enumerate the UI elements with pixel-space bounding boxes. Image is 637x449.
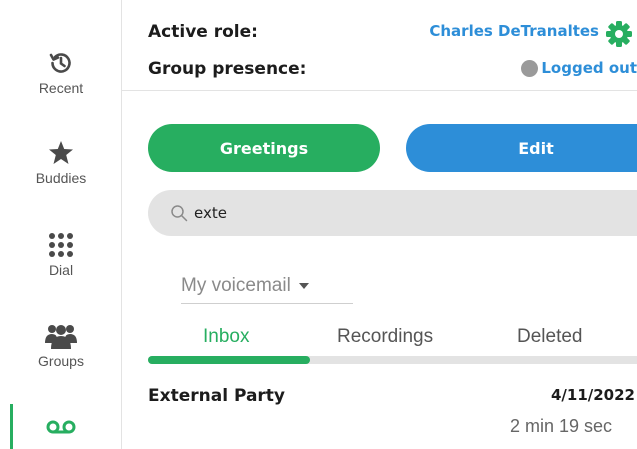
sidebar-item-buddies[interactable]: Buddies [0, 140, 122, 186]
voicemail-caller: External Party [148, 386, 286, 406]
group-presence-value: Logged out [541, 59, 637, 77]
search-bar[interactable] [148, 190, 637, 236]
search-input[interactable] [194, 204, 614, 222]
mailbox-select-value: My voicemail [181, 274, 291, 296]
star-icon [49, 141, 73, 164]
tab-inbox[interactable]: Inbox [203, 326, 249, 348]
dialpad-icon [49, 233, 73, 257]
sidebar-item-recent[interactable]: Recent [0, 50, 122, 96]
sidebar-item-dial[interactable]: Dial [0, 232, 122, 278]
voicemail-date: 4/11/2022 [550, 386, 635, 404]
group-presence-status[interactable]: Logged out [521, 59, 637, 77]
active-role-value[interactable]: Charles DeTranaltes [429, 22, 599, 40]
edit-button[interactable]: Edit [406, 124, 637, 172]
voicemail-icon [46, 420, 76, 434]
search-icon [171, 205, 188, 222]
header-divider [122, 90, 637, 91]
greetings-button[interactable]: Greetings [148, 124, 380, 172]
sidebar-item-voicemail[interactable] [0, 420, 122, 436]
sidebar-item-label: Recent [38, 80, 84, 96]
sidebar-item-groups[interactable]: Groups [0, 323, 122, 369]
voicemail-duration: 2 min 19 sec [510, 416, 613, 436]
group-presence-label: Group presence: [148, 59, 307, 79]
sidebar-item-label: Buddies [35, 170, 87, 186]
active-role-label: Active role: [148, 22, 258, 42]
tab-indicator-active [148, 356, 310, 364]
sidebar-item-label: Groups [38, 353, 84, 369]
people-icon [45, 325, 77, 349]
sidebar-item-label: Dial [48, 262, 74, 278]
sidebar: Recent Buddies Dial Groups [0, 0, 122, 449]
gear-icon[interactable] [605, 20, 633, 48]
mailbox-select[interactable]: My voicemail [181, 268, 353, 304]
tab-deleted[interactable]: Deleted [517, 326, 583, 348]
history-icon [49, 53, 71, 73]
active-nav-indicator [10, 404, 13, 449]
chevron-down-icon [298, 282, 309, 289]
tab-recordings[interactable]: Recordings [337, 326, 433, 348]
presence-status-dot [521, 59, 539, 77]
